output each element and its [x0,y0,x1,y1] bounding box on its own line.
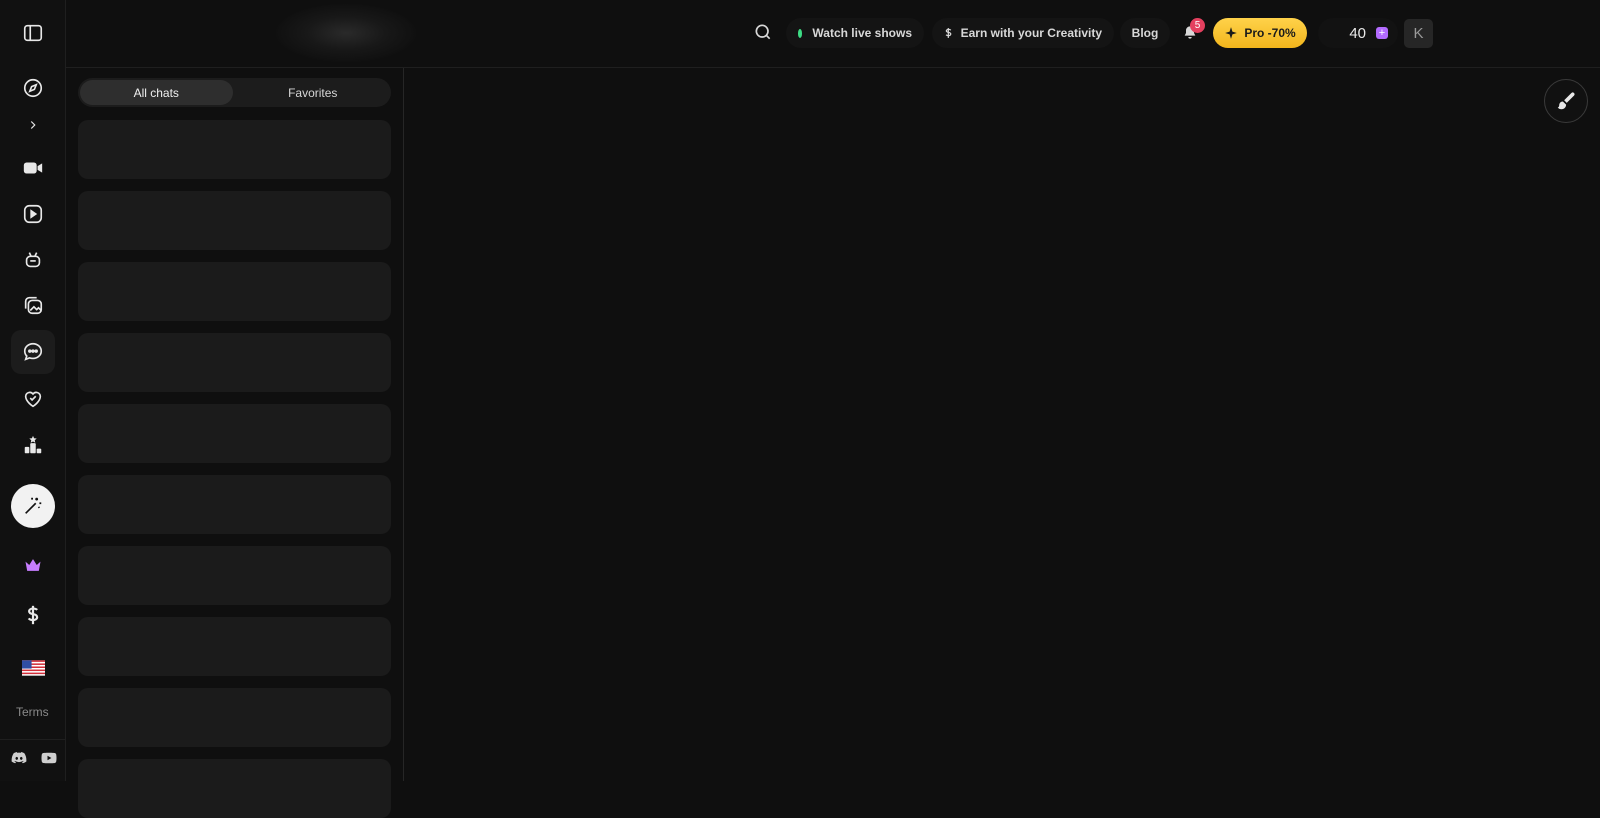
dollar-icon [945,28,952,38]
chat-list-item-skeleton [78,475,391,534]
sidebar-toggle-icon[interactable] [11,11,55,55]
chat-filter-tabs: All chats Favorites [78,78,391,107]
user-avatar[interactable]: K [1404,19,1433,48]
play-video-icon[interactable] [11,192,55,236]
video-camera-icon[interactable] [11,146,55,190]
watch-live-shows-button[interactable]: Watch live shows [786,18,924,48]
chat-list-item-skeleton [78,191,391,250]
sparkle-icon [1225,27,1238,39]
earn-dollar-icon[interactable] [11,593,55,637]
chat-list-item-skeleton [78,759,391,818]
left-rail: Terms [0,0,66,781]
gallery-images-icon[interactable] [11,283,55,327]
tab-all-chats[interactable]: All chats [80,80,233,105]
language-us-flag-icon[interactable] [11,646,55,690]
earn-label: Earn with your Creativity [960,26,1102,40]
pro-label: Pro -70% [1244,26,1296,40]
search-icon[interactable] [753,22,775,44]
youtube-icon[interactable] [40,749,58,767]
chat-list-item-skeleton [78,688,391,747]
chat-main-area [404,68,1600,781]
explore-compass-icon[interactable] [11,66,55,110]
live-indicator-dot [798,28,803,38]
notification-count-badge: 5 [1190,18,1205,33]
chat-list-item-skeleton [78,617,391,676]
blog-link[interactable]: Blog [1120,18,1170,48]
pro-upgrade-button[interactable]: Pro -70% [1213,18,1307,48]
chat-list-panel: All chats Favorites [66,68,404,818]
watch-live-label: Watch live shows [812,26,912,40]
credits-balance[interactable]: 40 + [1318,18,1398,48]
chat-list-item-skeleton [78,404,391,463]
expand-chevron-icon[interactable] [11,107,55,143]
premium-crown-icon[interactable] [11,543,55,587]
credits-value: 40 [1349,24,1366,42]
robot-icon[interactable] [11,238,55,282]
terms-link[interactable]: Terms [16,705,50,719]
add-credits-icon[interactable]: + [1376,27,1388,39]
chat-bubble-icon[interactable] [11,330,55,374]
blog-label: Blog [1131,26,1159,40]
leaderboard-icon[interactable] [11,423,55,467]
pencil-brush-icon [1557,92,1575,110]
companion-heart-icon[interactable] [11,377,55,421]
earn-creativity-button[interactable]: Earn with your Creativity [932,18,1114,48]
chat-list-item-skeleton [78,262,391,321]
new-chat-edit-button[interactable] [1544,79,1588,123]
tab-favorites[interactable]: Favorites [237,80,390,105]
chat-list-item-skeleton [78,546,391,605]
chat-list-item-skeleton [78,120,391,179]
discord-icon[interactable] [10,749,28,767]
logo-glow [276,4,416,62]
chat-list-item-skeleton [78,333,391,392]
magic-wand-icon[interactable] [11,484,55,528]
social-links [0,739,66,782]
